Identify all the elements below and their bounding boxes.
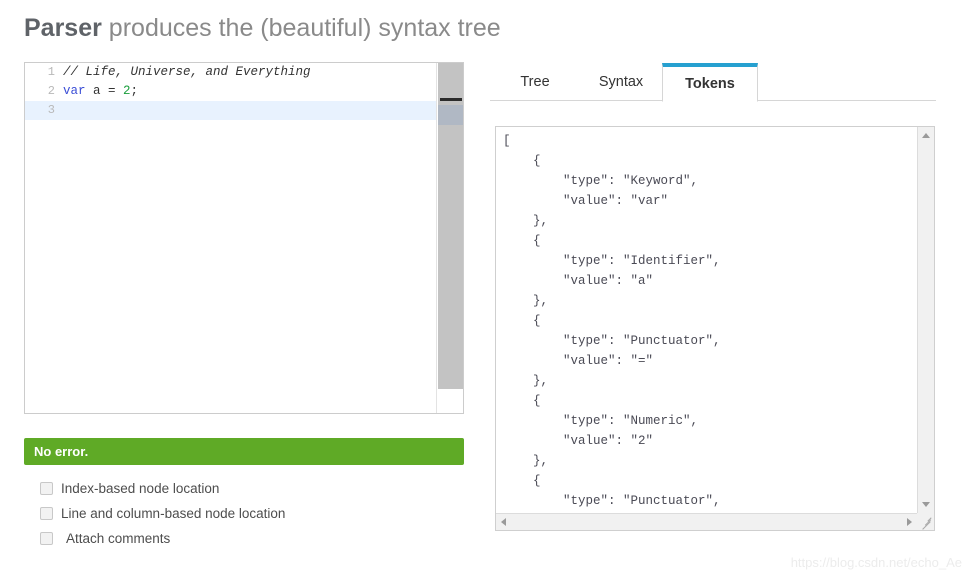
scroll-left-arrow-icon[interactable] <box>501 518 506 526</box>
code-editor-text-area[interactable]: 1 // Life, Universe, and Everything 2 var … <box>25 63 436 413</box>
checkbox-index-based-node-location[interactable] <box>40 482 53 495</box>
line-number-2: 2 <box>47 84 55 98</box>
tab-tree[interactable]: Tree <box>490 63 580 101</box>
editor-scrollbar-tick <box>440 98 462 101</box>
page-title-rest: produces the (beautiful) syntax tree <box>101 14 501 42</box>
option-row-attach-comments[interactable]: Attach comments <box>40 528 470 549</box>
result-tab-bar: Tree Syntax Tokens <box>490 63 936 102</box>
output-horizontal-scrollbar[interactable] <box>496 513 917 530</box>
parser-options: Index-based node location Line and colum… <box>40 478 470 553</box>
line-number-3: 3 <box>47 103 55 117</box>
output-resize-grip[interactable] <box>917 513 934 530</box>
option-label-index-based: Index-based node location <box>61 481 220 496</box>
tokens-json-output: [ { "type": "Keyword", "value": "var" },… <box>503 134 721 508</box>
option-label-line-column-based: Line and column-based node location <box>61 506 286 521</box>
editor-scrollbar-active-line-marker <box>438 105 463 125</box>
code-line-1[interactable]: 1 // Life, Universe, and Everything <box>25 63 436 82</box>
tokens-output-panel[interactable]: [ { "type": "Keyword", "value": "var" },… <box>495 126 935 531</box>
option-row-line-column-based[interactable]: Line and column-based node location <box>40 503 470 524</box>
checkbox-line-and-column-based-node-location[interactable] <box>40 507 53 520</box>
editor-vertical-scrollbar[interactable] <box>436 63 463 413</box>
page-title: Parser produces the (beautiful) syntax t… <box>24 12 501 44</box>
option-label-attach-comments: Attach comments <box>66 531 171 546</box>
scroll-down-arrow-icon[interactable] <box>922 502 930 507</box>
scroll-up-arrow-icon[interactable] <box>922 133 930 138</box>
scroll-right-arrow-icon[interactable] <box>907 518 912 526</box>
code-line-1-content: // Life, Universe, and Everything <box>63 65 311 79</box>
code-token-punctuator: ; <box>130 84 139 98</box>
output-vertical-scrollbar[interactable] <box>917 127 934 513</box>
code-line-2[interactable]: 2 var a = 2; <box>25 82 436 101</box>
line-number-1: 1 <box>47 65 55 79</box>
code-line-3-active[interactable]: 3 <box>25 101 436 120</box>
code-editor[interactable]: 1 // Life, Universe, and Everything 2 var … <box>24 62 464 414</box>
status-badge: No error. <box>24 438 464 465</box>
code-token-assignment: a = <box>85 84 124 98</box>
watermark: https://blog.csdn.net/echo_Ae <box>790 555 962 570</box>
page-title-strong: Parser <box>24 14 102 42</box>
tab-tokens[interactable]: Tokens <box>662 63 758 102</box>
tab-syntax[interactable]: Syntax <box>580 63 662 101</box>
option-row-index-based[interactable]: Index-based node location <box>40 478 470 499</box>
code-token-numeric: 2 <box>123 84 131 98</box>
code-token-keyword: var <box>63 84 86 98</box>
checkbox-attach-comments[interactable] <box>40 532 53 545</box>
